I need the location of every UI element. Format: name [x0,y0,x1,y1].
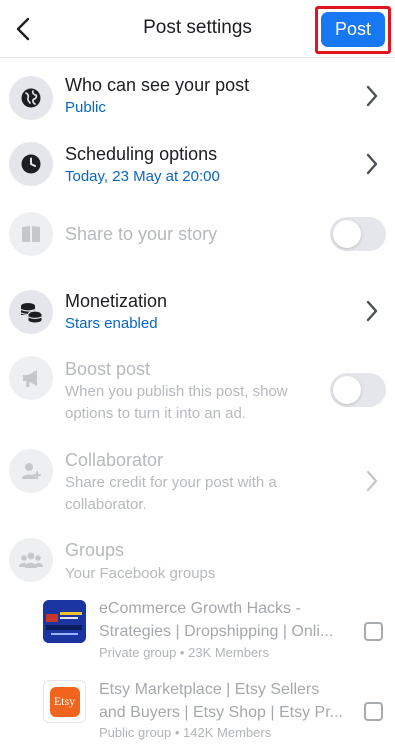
boost-icon-container [9,356,53,400]
group-thumbnail [43,600,86,643]
story-icon-container [9,212,53,256]
boost-setting: Boost post When you publish this post, s… [0,356,395,428]
scheduling-value: Today, 23 May at 20:00 [65,168,220,185]
book-icon [22,226,40,242]
megaphone-icon [23,370,37,387]
chevron-right-icon [366,300,378,322]
monetization-chevron[interactable] [362,297,382,325]
add-person-icon [22,463,41,479]
collaborator-chevron [362,467,382,495]
globe-icon [21,88,41,108]
chevron-right-icon [366,153,378,175]
toggle-knob [333,220,361,248]
boost-toggle[interactable] [330,373,386,407]
group-list-item[interactable]: Etsy Etsy Marketplace | Etsy Sellers and… [0,678,395,746]
coins-icon [20,303,43,323]
boost-description: When you publish this post, show options… [65,383,288,422]
audience-chevron[interactable] [362,82,382,110]
monetization-icon-container [9,290,53,334]
audience-setting[interactable]: Who can see your post Public [0,70,395,126]
collaborator-description: Share credit for your post with a collab… [65,474,277,513]
group-meta: Public group • 142K Members [99,725,272,740]
chevron-right-icon [366,470,378,492]
story-setting: Share to your story [0,210,395,258]
scheduling-chevron[interactable] [362,150,382,178]
scheduling-setting[interactable]: Scheduling options Today, 23 May at 20:0… [0,138,395,194]
group-meta: Private group • 23K Members [99,645,270,660]
etsy-logo: Etsy [49,686,80,717]
monetization-title: Monetization [65,291,168,311]
chevron-left-icon [16,17,30,41]
scheduling-icon-container [9,142,53,186]
top-bar: Post settings Post [0,0,395,58]
collaborator-title: Collaborator [65,450,164,470]
audience-value: Public [65,99,106,116]
audience-title: Who can see your post [65,75,250,95]
audience-icon-container [9,76,53,120]
group-name: Etsy Marketplace | Etsy Sellers and Buye… [99,681,343,721]
story-toggle[interactable] [330,217,386,251]
scheduling-title: Scheduling options [65,144,218,164]
groups-icon-container [9,538,53,582]
group-checkbox[interactable] [364,622,383,641]
group-list-item[interactable]: eCommerce Growth Hacks - Strategies | Dr… [0,597,395,665]
monetization-value: Stars enabled [65,315,158,332]
chevron-right-icon [366,85,378,107]
clock-icon [21,154,41,174]
post-button[interactable]: Post [321,12,385,47]
group-icon [19,552,43,568]
monetization-setting[interactable]: Monetization Stars enabled [0,285,395,341]
collaborator-setting: Collaborator Share credit for your post … [0,446,395,518]
groups-setting: Groups Your Facebook groups [0,537,395,587]
group-checkbox[interactable] [364,702,383,721]
group-name: eCommerce Growth Hacks - Strategies | Dr… [99,600,334,640]
boost-title: Boost post [65,359,151,379]
collaborator-icon-container [9,449,53,493]
group-cover-image [43,600,86,643]
group-thumbnail: Etsy [43,680,86,723]
story-title: Share to your story [65,224,218,244]
groups-title: Groups [65,540,125,560]
groups-description: Your Facebook groups [65,565,216,582]
etsy-logo-text: Etsy [53,694,76,708]
back-button[interactable] [10,14,36,44]
toggle-knob [333,376,361,404]
